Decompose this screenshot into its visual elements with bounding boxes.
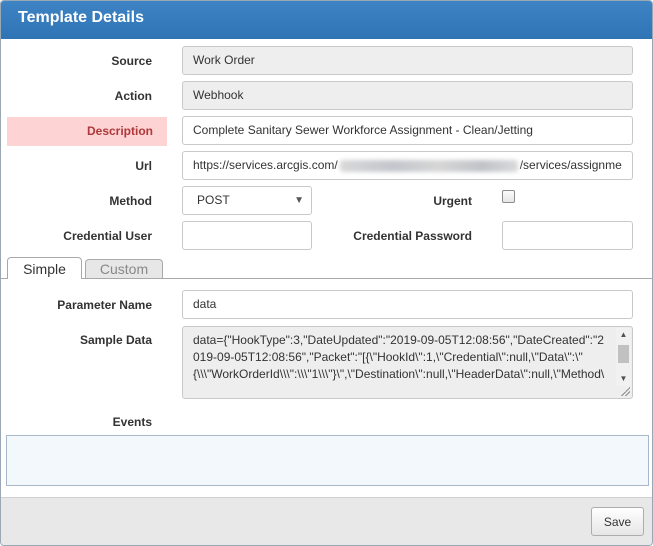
tab-simple[interactable]: Simple <box>7 257 82 279</box>
save-button[interactable]: Save <box>591 507 644 536</box>
tab-strip-divider <box>1 278 652 279</box>
events-label: Events <box>112 415 152 429</box>
dialog-title: Template Details <box>1 1 652 39</box>
source-field: Work Order <box>182 46 633 75</box>
sample-data-textarea[interactable]: data={"HookType":3,"DateUpdated":"2019-0… <box>182 326 633 399</box>
credential-user-input[interactable] <box>182 221 312 250</box>
resize-grip-icon[interactable] <box>620 386 630 396</box>
sample-data-scrollbar[interactable]: ▲ ▼ <box>616 328 631 386</box>
action-label: Action <box>114 89 152 103</box>
scroll-thumb[interactable] <box>618 345 629 363</box>
description-input[interactable]: Complete Sanitary Sewer Workforce Assign… <box>182 116 633 145</box>
method-selected-value: POST <box>197 193 230 207</box>
urgent-label: Urgent <box>433 194 472 208</box>
sample-data-label: Sample Data <box>79 333 152 347</box>
parameter-name-label: Parameter Name <box>57 298 152 312</box>
parameter-name-input[interactable]: data <box>182 290 633 319</box>
url-input[interactable]: https://services.arcgis.com/ /services/as… <box>182 151 633 180</box>
scroll-down-icon[interactable]: ▼ <box>616 372 631 386</box>
action-field: Webhook <box>182 81 633 110</box>
urgent-checkbox[interactable] <box>502 190 515 203</box>
template-details-dialog: Template Details Source Work Order Actio… <box>0 0 653 546</box>
url-redacted-segment <box>339 159 518 172</box>
url-value-end: /services/assignme <box>519 158 622 172</box>
chevron-down-icon: ▼ <box>294 195 304 206</box>
method-select[interactable]: POST ▼ <box>182 186 312 215</box>
credential-user-label: Credential User <box>63 229 152 243</box>
url-value-start: https://services.arcgis.com/ <box>193 158 338 172</box>
source-label: Source <box>111 54 152 68</box>
method-label: Method <box>109 194 152 208</box>
credential-password-label: Credential Password <box>353 229 472 243</box>
description-label: Description <box>7 117 167 146</box>
sample-data-text: data={"HookType":3,"DateUpdated":"2019-0… <box>193 333 605 381</box>
credential-password-input[interactable] <box>502 221 633 250</box>
dialog-footer: Save <box>1 497 652 545</box>
events-list[interactable] <box>6 435 649 486</box>
tab-custom[interactable]: Custom <box>85 259 163 279</box>
url-label: Url <box>135 159 152 173</box>
scroll-up-icon[interactable]: ▲ <box>616 328 631 342</box>
